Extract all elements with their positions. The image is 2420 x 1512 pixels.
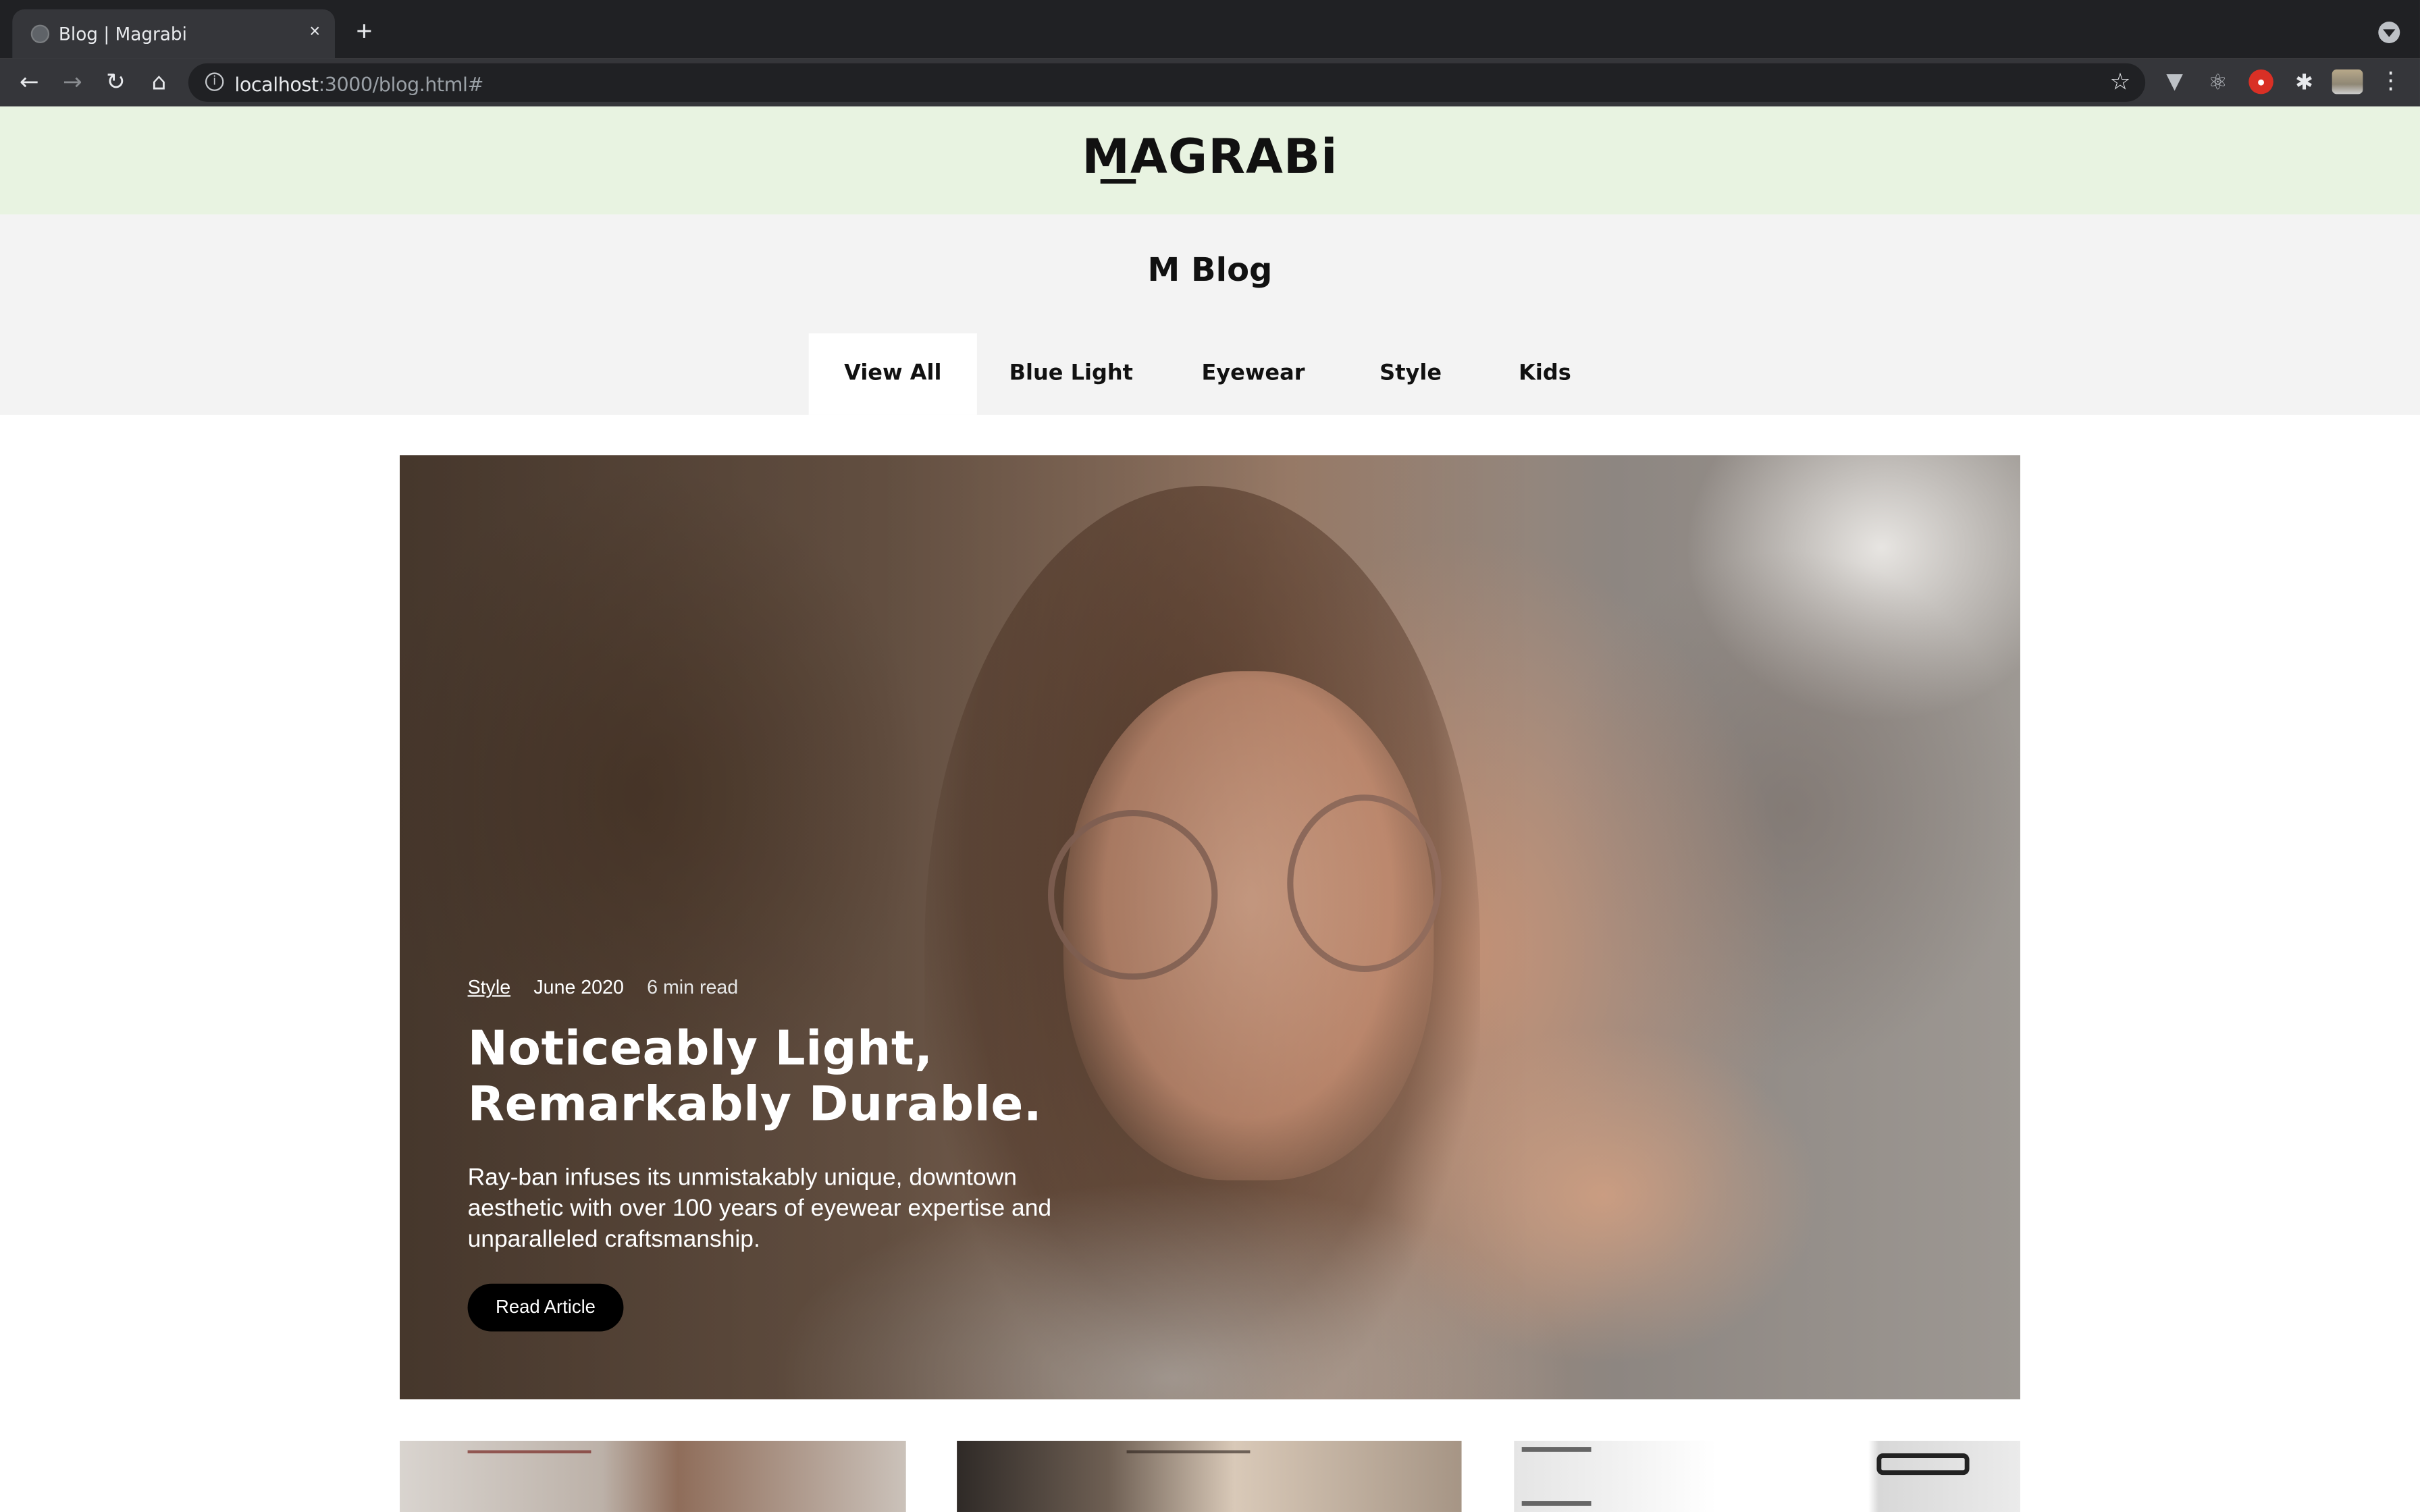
- address-bar[interactable]: i localhost:3000/blog.html# ☆: [188, 63, 2146, 102]
- reload-icon[interactable]: ↻: [101, 66, 132, 97]
- read-article-button[interactable]: Read Article: [467, 1283, 624, 1332]
- article-card[interactable]: [957, 1440, 1462, 1512]
- logo-underline: [1100, 179, 1136, 184]
- tab-eyewear[interactable]: Eyewear: [1192, 333, 1315, 415]
- tab-kids[interactable]: Kids: [1509, 333, 1580, 415]
- hero-overlay: [399, 455, 2020, 1400]
- close-tab-icon[interactable]: ×: [304, 20, 325, 42]
- back-icon[interactable]: ←: [14, 66, 45, 97]
- tab-blue-light[interactable]: Blue Light: [1000, 333, 1142, 415]
- card-image: [1521, 1447, 1592, 1506]
- blog-header: M Blog View All Blue Light Eyewear Style…: [0, 214, 2420, 415]
- globe-icon: [30, 24, 50, 43]
- extensions-puzzle-icon[interactable]: ✱: [2292, 70, 2317, 94]
- article-card[interactable]: [1514, 1440, 2020, 1512]
- magrabi-logo[interactable]: MAGRABi: [0, 130, 2420, 185]
- card-image: [1876, 1453, 1970, 1476]
- article-date: June 2020: [533, 976, 624, 998]
- article-title[interactable]: Noticeably Light, Remarkably Durable.: [468, 1021, 1116, 1133]
- card-image: [467, 1450, 591, 1472]
- featured-article[interactable]: Style June 2020 6 min read Noticeably Ligh…: [399, 455, 2020, 1400]
- tab-view-all[interactable]: View All: [808, 333, 977, 415]
- tab-title: Blog | Magrabi: [58, 23, 187, 45]
- home-icon[interactable]: ⌂: [144, 66, 175, 97]
- site-header: MAGRABi: [0, 106, 2420, 215]
- browser-tab[interactable]: Blog | Magrabi ×: [12, 9, 335, 59]
- tab-style[interactable]: Style: [1371, 333, 1451, 415]
- article-read-time: 6 min read: [647, 976, 739, 998]
- url-path: :3000/blog.html#: [318, 72, 484, 96]
- url-text[interactable]: localhost:3000/blog.html#: [234, 72, 483, 95]
- tab-strip: Blog | Magrabi × +: [0, 0, 2420, 59]
- article-card[interactable]: [399, 1440, 906, 1512]
- url-host: localhost: [234, 72, 319, 96]
- adblock-icon[interactable]: ●: [2248, 69, 2273, 94]
- forward-icon[interactable]: →: [57, 66, 88, 97]
- card-image: [1126, 1450, 1251, 1472]
- page-title: M Blog: [1147, 251, 1273, 289]
- browser-window: Blog | Magrabi × + ← → ↻ ⌂ i localhost:3…: [0, 0, 2420, 1512]
- new-tab-icon[interactable]: +: [352, 17, 377, 45]
- react-devtools-icon[interactable]: ⚛: [2205, 70, 2230, 94]
- bookmark-star-icon[interactable]: ☆: [2110, 68, 2131, 96]
- menu-kebab-icon[interactable]: ⋮: [2378, 69, 2403, 94]
- vue-devtools-icon[interactable]: ▼: [2162, 70, 2187, 94]
- article-category-link[interactable]: Style: [468, 977, 511, 998]
- tab-search-icon[interactable]: [2378, 21, 2400, 43]
- article-description: Ray-ban infuses its unmistakably unique,…: [467, 1164, 1052, 1253]
- article-meta: Style June 2020 6 min read: [468, 977, 739, 998]
- profile-avatar[interactable]: [2332, 69, 2363, 94]
- info-icon[interactable]: i: [205, 72, 224, 91]
- browser-toolbar: ← → ↻ ⌂ i localhost:3000/blog.html# ☆ ▼ …: [0, 58, 2420, 107]
